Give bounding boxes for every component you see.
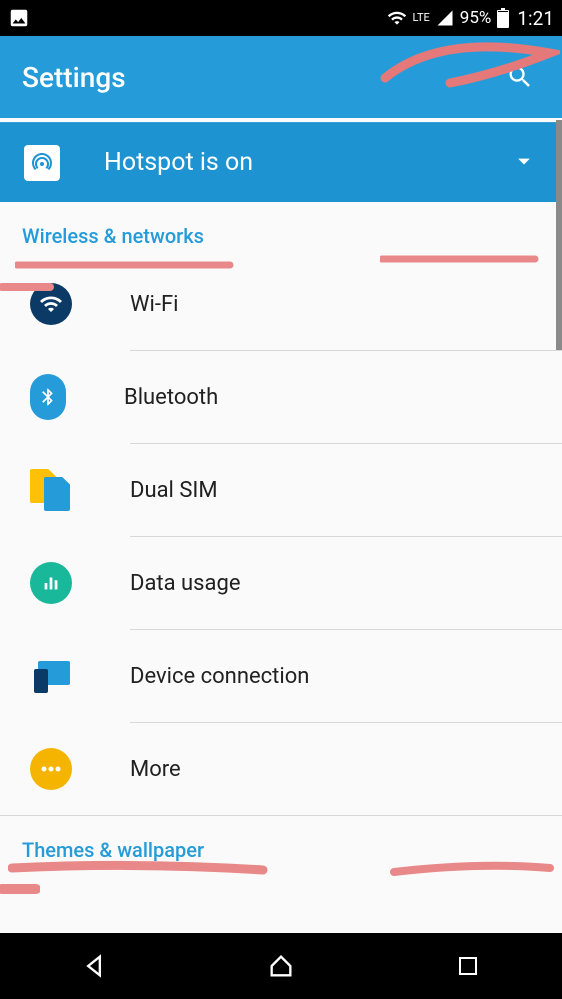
back-icon [80, 952, 108, 980]
app-header: Settings [0, 36, 562, 118]
bluetooth-icon [30, 374, 66, 420]
settings-item-data-usage[interactable]: Data usage [0, 537, 562, 629]
item-label: More [130, 757, 562, 782]
battery-percent-label: 95% [460, 8, 492, 28]
search-button[interactable] [500, 57, 540, 97]
device-connection-icon [30, 655, 72, 697]
page-title: Settings [22, 61, 500, 94]
nav-home-button[interactable] [221, 933, 341, 999]
section-header-themes: Themes & wallpaper [0, 816, 562, 872]
nav-back-button[interactable] [34, 933, 154, 999]
section-header-wireless: Wireless & networks [0, 202, 562, 258]
item-label: Data usage [130, 571, 562, 596]
nav-recent-button[interactable] [408, 933, 528, 999]
hotspot-banner[interactable]: Hotspot is on [0, 122, 562, 202]
hotspot-icon [24, 145, 60, 181]
network-type-label: LTE [413, 13, 430, 23]
settings-item-device-connection[interactable]: Device connection [0, 630, 562, 722]
settings-list[interactable]: Wireless & networks Wi-Fi Bluetooth Dual… [0, 202, 562, 933]
settings-item-wifi[interactable]: Wi-Fi [0, 258, 562, 350]
settings-item-bluetooth[interactable]: Bluetooth [0, 351, 562, 443]
signal-icon [436, 9, 454, 27]
hotspot-status-label: Hotspot is on [104, 148, 510, 177]
search-icon [506, 63, 534, 91]
data-usage-icon [30, 562, 72, 604]
picture-icon [8, 7, 30, 29]
settings-item-dual-sim[interactable]: Dual SIM [0, 444, 562, 536]
home-icon [267, 952, 295, 980]
wifi-icon [30, 283, 72, 325]
item-label: Bluetooth [124, 385, 562, 410]
item-label: Wi-Fi [130, 292, 562, 317]
status-bar: LTE 95% 1:21 [0, 0, 562, 36]
item-label: Dual SIM [130, 478, 562, 503]
wifi-status-icon [387, 8, 407, 28]
settings-item-more[interactable]: More [0, 723, 562, 815]
clock-label: 1:21 [517, 7, 554, 30]
navigation-bar [0, 933, 562, 999]
item-label: Device connection [130, 664, 562, 689]
battery-icon [497, 8, 509, 28]
recent-apps-icon [456, 954, 480, 978]
chevron-down-icon [510, 147, 538, 179]
scrollbar[interactable] [556, 120, 562, 350]
dual-sim-icon [30, 469, 72, 511]
more-icon [30, 748, 72, 790]
